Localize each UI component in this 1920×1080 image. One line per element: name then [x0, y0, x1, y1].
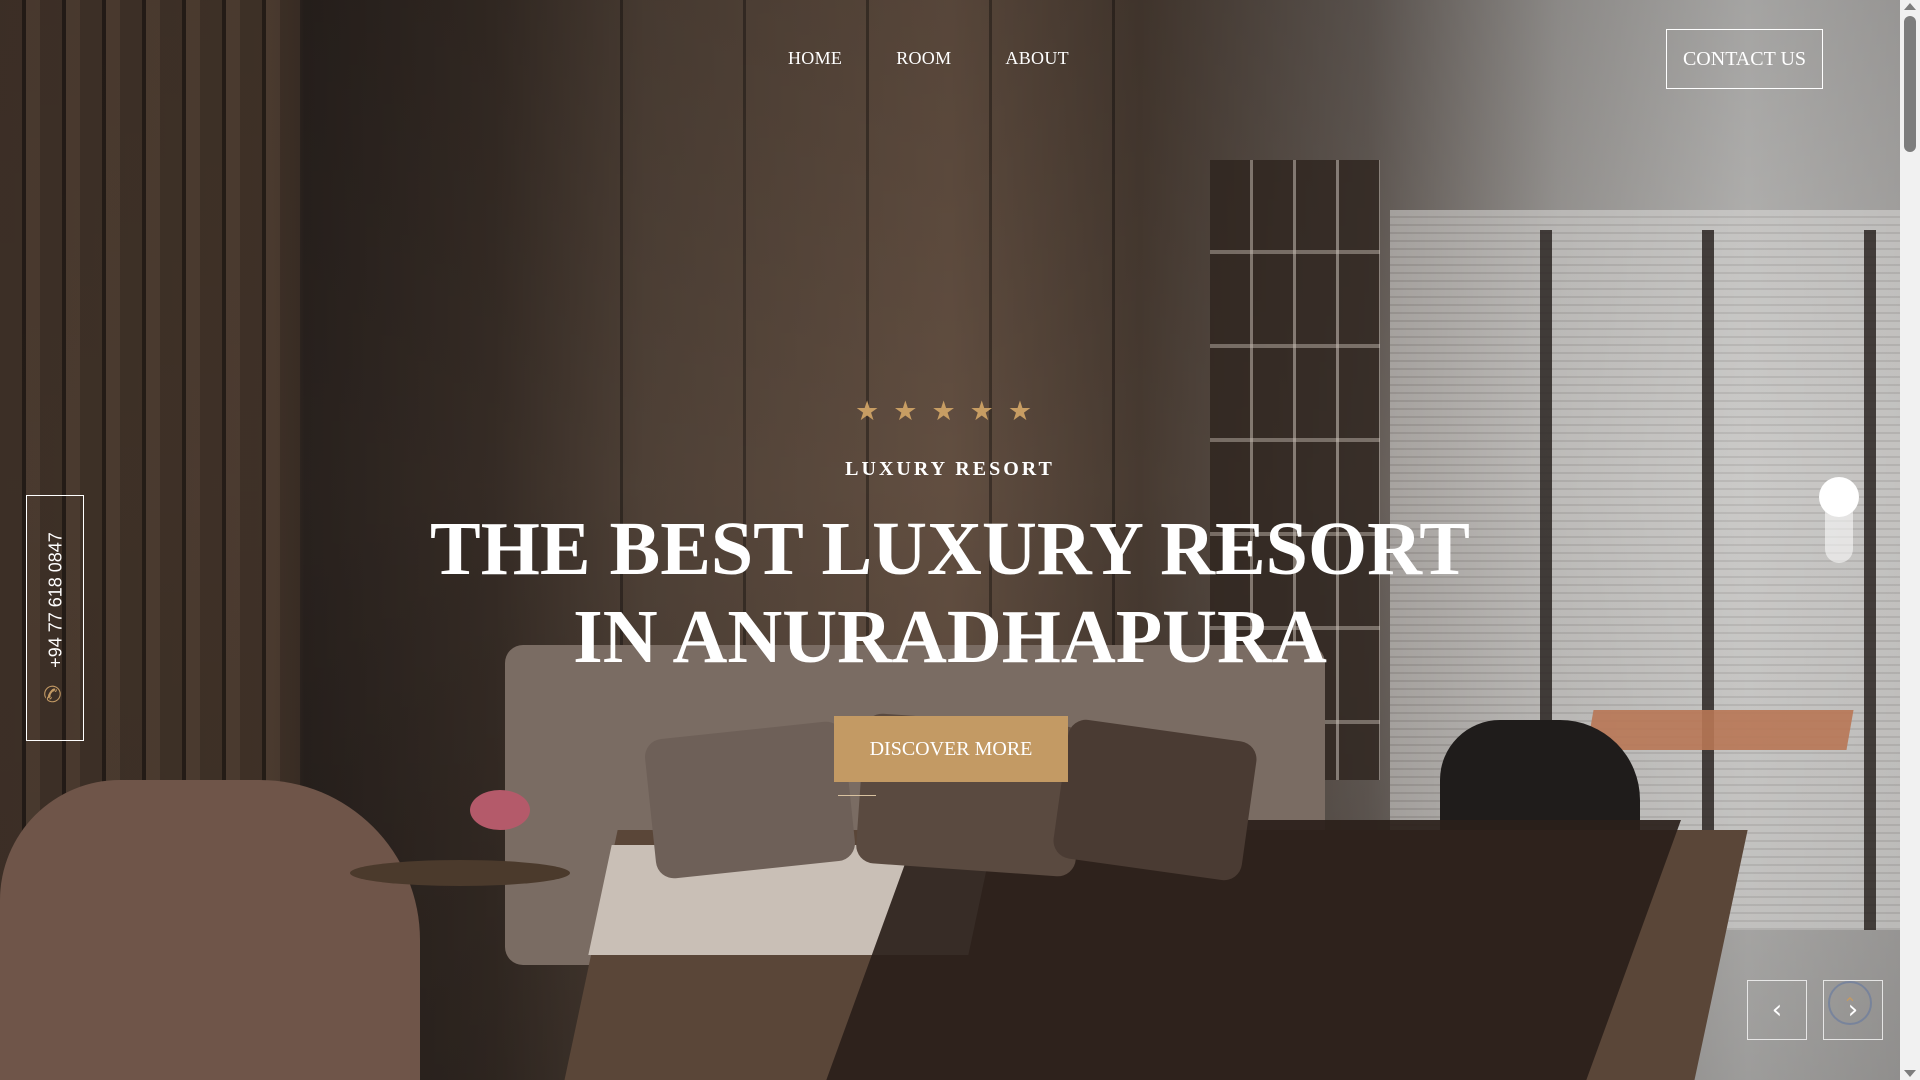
pillow [643, 719, 857, 881]
cta-underline [838, 795, 876, 796]
slide-indicator[interactable] [1819, 477, 1859, 563]
side-table [350, 860, 570, 886]
star-icon: ★ [893, 396, 918, 427]
star-icon: ★ [855, 396, 880, 427]
star-icon: ★ [969, 396, 994, 427]
pillow [1051, 717, 1259, 883]
chevron-left-icon: ‹ [1771, 995, 1783, 1025]
star-icon: ★ [931, 396, 956, 427]
headline-line-1: THE BEST LUXURY RESORT [430, 507, 1470, 591]
flower-pot [470, 790, 530, 830]
discover-more-button[interactable]: DISCOVER MORE [834, 716, 1068, 782]
rating-stars: ★ ★ ★ ★ ★ [855, 396, 1032, 427]
nav-about[interactable]: ABOUT [1005, 48, 1069, 69]
hero-headline: THE BEST LUXURY RESORT IN ANURADHAPURA [0, 505, 1900, 681]
desk [1586, 710, 1854, 750]
contact-us-button[interactable]: CONTACT US [1666, 29, 1823, 89]
nav-room[interactable]: ROOM [896, 48, 951, 69]
armchair [0, 780, 420, 1080]
phone-number[interactable]: +94 77 618 0847 [46, 532, 67, 668]
main-nav: HOME ROOM ABOUT [788, 48, 1069, 69]
indicator-dot[interactable] [1819, 477, 1859, 517]
scroll-to-top-button[interactable]: ⌃ [1828, 981, 1872, 1025]
scroll-down-arrow[interactable] [1904, 1070, 1916, 1077]
chevron-up-icon: ⌃ [1843, 993, 1857, 1013]
scroll-up-arrow[interactable] [1904, 3, 1916, 10]
prev-slide-button[interactable]: ‹ [1747, 980, 1807, 1040]
scroll-thumb[interactable] [1904, 16, 1916, 152]
hero-eyebrow: LUXURY RESORT [845, 458, 1055, 480]
nav-home[interactable]: HOME [788, 48, 842, 69]
headline-line-2: IN ANURADHAPURA [573, 595, 1327, 679]
page-scrollbar[interactable] [1900, 0, 1920, 1080]
star-icon: ★ [1007, 396, 1033, 427]
